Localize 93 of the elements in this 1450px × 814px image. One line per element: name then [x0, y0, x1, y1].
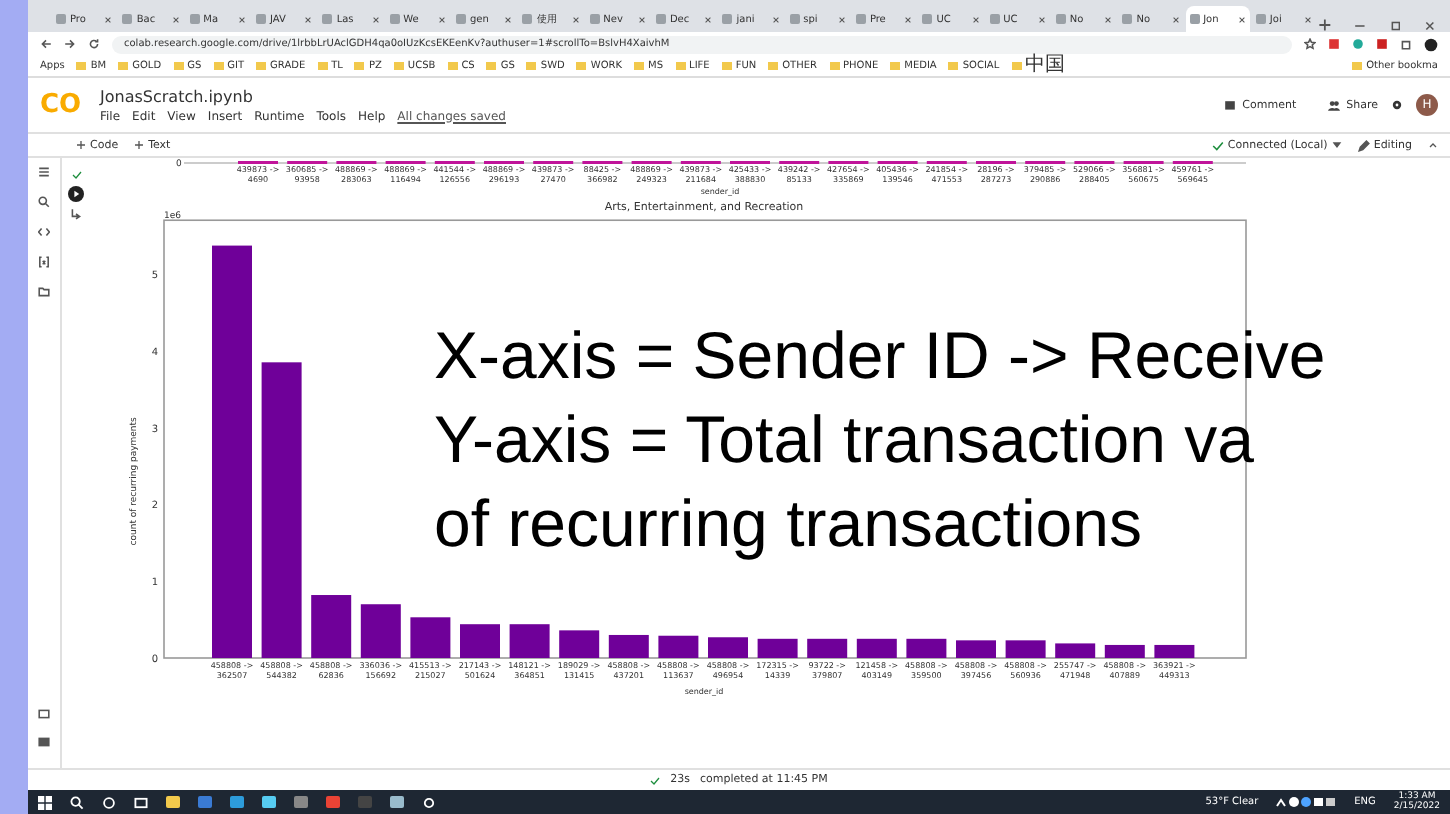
code-icon[interactable] — [38, 226, 50, 238]
bar — [1154, 644, 1195, 658]
check-icon — [71, 170, 81, 180]
bar — [360, 604, 401, 658]
people-icon — [1328, 99, 1341, 111]
forward-icon[interactable] — [64, 38, 76, 50]
run-button-icon[interactable] — [68, 186, 84, 202]
bar — [410, 617, 451, 658]
bar — [807, 638, 848, 658]
plus-icon — [134, 140, 145, 150]
favicon-icon — [1189, 14, 1200, 24]
collapse-icon[interactable] — [1428, 140, 1438, 150]
close-icon[interactable] — [237, 15, 246, 23]
favicon-icon — [655, 14, 666, 24]
favicon-icon — [122, 14, 133, 24]
tray-icons-drawing — [1276, 796, 1337, 808]
plus-icon — [76, 140, 86, 150]
favicon-icon — [189, 14, 200, 24]
notebook-title[interactable]: JonasScratch.ipynb — [100, 87, 1193, 105]
maximize-icon[interactable] — [1389, 20, 1401, 32]
star-icon[interactable] — [1304, 38, 1316, 50]
favicon-icon — [789, 14, 800, 24]
close-icon[interactable] — [1037, 15, 1046, 23]
bar — [757, 638, 798, 658]
keyboard-icon[interactable] — [38, 708, 50, 720]
bar — [559, 630, 600, 658]
favicon-icon — [455, 14, 466, 24]
annotation-text: X-axis = Sender ID -> Receive — [434, 316, 1326, 396]
caret-icon — [1331, 140, 1342, 150]
close-icon[interactable] — [837, 15, 846, 23]
close-icon[interactable] — [704, 15, 713, 23]
close-icon[interactable] — [504, 15, 513, 23]
close-icon[interactable] — [637, 15, 646, 23]
minimize-icon[interactable] — [1353, 20, 1366, 32]
favicon-icon — [589, 14, 600, 24]
close-icon[interactable] — [1104, 15, 1113, 23]
close-icon[interactable] — [371, 15, 380, 23]
bar — [509, 624, 550, 658]
pencil-icon — [1357, 139, 1370, 151]
circle-icon[interactable] — [102, 795, 116, 809]
favicon-icon — [56, 14, 66, 24]
bar — [460, 624, 500, 658]
back-icon[interactable] — [40, 38, 52, 50]
close-icon[interactable] — [171, 15, 180, 23]
check-icon — [650, 775, 661, 785]
check-icon — [1211, 139, 1224, 151]
favicon-icon — [1122, 14, 1133, 24]
bar — [708, 637, 748, 658]
close-icon[interactable] — [1424, 20, 1436, 32]
favicon-icon — [255, 14, 266, 24]
favicon-icon — [855, 14, 866, 24]
close-icon[interactable] — [1304, 15, 1313, 23]
close-icon[interactable] — [304, 15, 313, 23]
windows-icon[interactable] — [38, 795, 52, 809]
bar — [1104, 644, 1145, 658]
bookmark[interactable]: 中国 — [1011, 56, 1066, 76]
close-icon[interactable] — [437, 15, 446, 23]
new-tab-icon[interactable] — [1318, 18, 1333, 32]
favicon-icon — [1055, 14, 1066, 24]
comment-icon — [1224, 99, 1237, 111]
annotation-text: Y-axis = Total transaction va — [434, 400, 1256, 480]
folder-icon[interactable] — [38, 286, 50, 298]
favicon-icon — [522, 14, 533, 24]
close-icon[interactable] — [1171, 15, 1180, 23]
profile-icon[interactable] — [1424, 37, 1438, 51]
close-icon[interactable] — [771, 15, 780, 23]
bar — [956, 640, 996, 658]
bar — [1005, 640, 1046, 658]
favicon-icon — [322, 14, 333, 24]
close-icon[interactable] — [971, 15, 980, 23]
terminal-icon[interactable] — [38, 736, 50, 748]
output-icon[interactable] — [70, 208, 82, 220]
favicon-icon — [1255, 14, 1266, 24]
favicon-icon — [722, 14, 733, 24]
bar — [906, 638, 947, 658]
close-icon[interactable] — [104, 15, 113, 23]
bar — [311, 595, 352, 658]
bar — [608, 634, 649, 658]
close-icon[interactable] — [571, 15, 580, 23]
search-icon[interactable] — [38, 196, 50, 208]
favicon-icon — [989, 14, 1000, 24]
menu-icon[interactable] — [38, 166, 50, 178]
favicon-icon — [389, 14, 400, 24]
annotation-text: of recurring transactions — [434, 484, 1144, 564]
bar — [658, 635, 699, 658]
reload-icon[interactable] — [88, 38, 100, 50]
bar — [856, 638, 897, 658]
variables-icon[interactable] — [38, 256, 50, 268]
bar — [1055, 643, 1096, 658]
close-icon[interactable] — [904, 15, 913, 23]
favicon-icon — [922, 14, 933, 24]
task-view-icon[interactable] — [134, 795, 148, 809]
close-icon[interactable] — [1237, 15, 1246, 23]
